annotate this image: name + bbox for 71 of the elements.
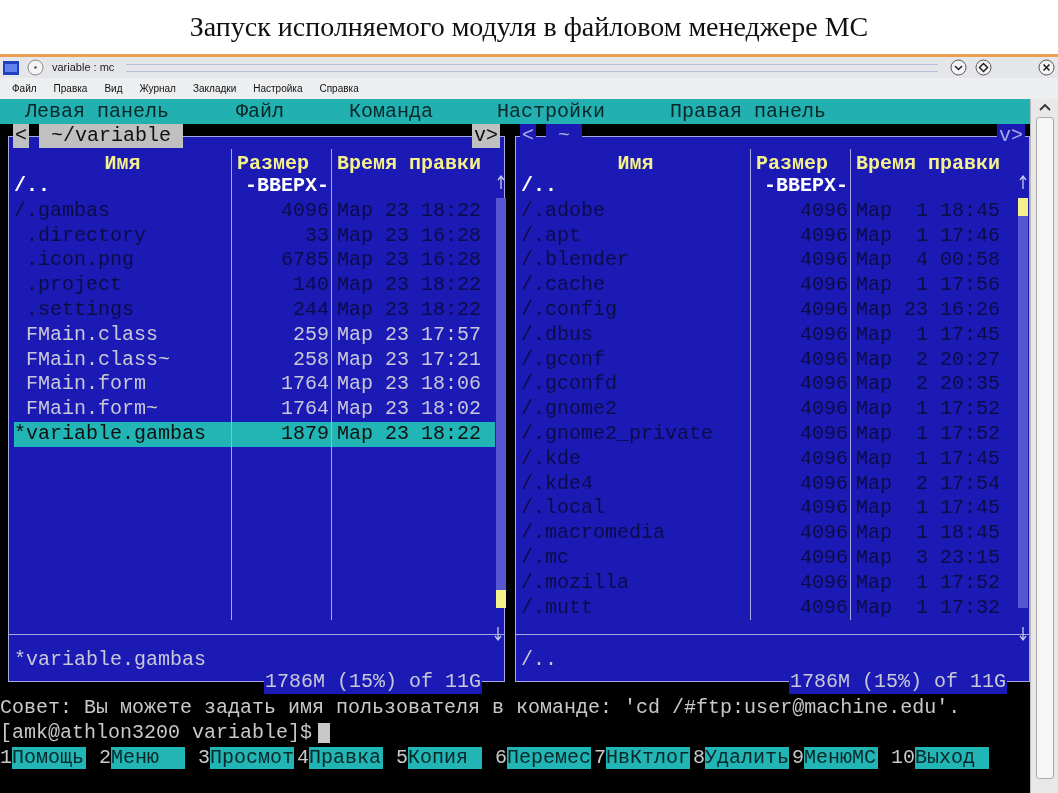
window-scrollbar-thumb[interactable] — [1035, 117, 1054, 779]
disk-usage: 1786M (15%) of 11G — [788, 670, 1007, 694]
slide-title: Запуск исполняемого модуля в файловом менеджере MC — [189, 10, 869, 44]
menu-item[interactable]: Настройка — [253, 81, 303, 96]
column-header[interactable]: Размер — [232, 149, 332, 174]
window-menu-icon[interactable] — [27, 59, 44, 76]
history-back-button[interactable]: < — [13, 124, 29, 148]
file-row[interactable]: /.. -ВВЕРХ- — [14, 174, 495, 199]
menu-item[interactable]: Команда — [349, 96, 497, 127]
arrow-up-icon[interactable] — [497, 174, 505, 190]
scrollbar-track[interactable] — [1018, 198, 1028, 608]
close-icon[interactable] — [1038, 59, 1055, 76]
file-row[interactable]: FMain.class~ 258 Мар 23 17:21 — [14, 347, 495, 373]
menu-item[interactable]: Вид — [104, 81, 123, 96]
menu-item[interactable]: Настройки — [497, 96, 670, 127]
function-key[interactable]: НвКтлог — [606, 746, 691, 769]
key-number: 2 — [99, 744, 111, 771]
function-key[interactable]: МенюМС — [804, 746, 878, 769]
menu-item[interactable]: Правка — [53, 81, 88, 96]
column-header[interactable]: Имя — [521, 149, 751, 174]
file-row[interactable]: *variable.gambas 1879 Мар 23 18:22 — [14, 421, 495, 447]
function-key[interactable]: Просмот — [210, 746, 295, 769]
arrow-down-icon[interactable] — [494, 626, 502, 642]
window-title: variable : mc — [52, 60, 115, 76]
file-row[interactable]: /.. -ВВЕРХ- — [521, 174, 1016, 199]
terminal-app-icon — [3, 60, 19, 75]
function-key[interactable]: Меню — [111, 746, 185, 769]
key-number: 7 — [594, 744, 606, 771]
scrollbar-thumb[interactable] — [496, 590, 506, 608]
file-row[interactable]: FMain.class 259 Мар 23 17:57 — [14, 322, 495, 348]
menu-item[interactable]: Файл — [12, 81, 37, 96]
key-number: 6 — [495, 744, 507, 771]
file-row[interactable]: FMain.form~ 1764 Мар 23 18:02 — [14, 397, 495, 422]
column-header[interactable]: Время правки — [332, 149, 495, 174]
column-header[interactable]: Время правки — [851, 149, 1016, 174]
key-number: 10 — [891, 744, 915, 771]
function-key[interactable]: Помощь — [12, 746, 86, 769]
function-key[interactable]: Правка — [309, 746, 383, 769]
function-key[interactable]: Копия — [408, 746, 482, 769]
status-line: /.. — [520, 647, 558, 673]
key-number: 4 — [297, 744, 309, 771]
column-header[interactable]: Размер — [751, 149, 851, 174]
shell-prompt: [amk@athlon3200 variable]$ — [0, 719, 313, 746]
menu-item[interactable]: Справка — [319, 81, 359, 96]
hint-line: Совет: Вы можете задать имя пользователя в команде: 'cd /#ftp:user@machine.edu'. — [0, 695, 962, 720]
disk-usage: 1786M (15%) of 11G — [263, 670, 482, 694]
maximize-icon[interactable] — [975, 59, 992, 76]
scrollbar-thumb[interactable] — [1018, 198, 1028, 216]
menu-item[interactable]: Файл — [236, 96, 349, 127]
column-header[interactable]: Имя — [14, 149, 232, 174]
panel-path: ~/variable — [39, 124, 184, 148]
key-number: 5 — [396, 744, 408, 771]
scroll-up-icon[interactable] — [1037, 101, 1052, 113]
file-row[interactable]: FMain.form 1764 Мар 23 18:06 — [14, 372, 495, 398]
menu-item[interactable]: Журнал — [139, 81, 176, 96]
function-key[interactable]: Выход — [915, 746, 989, 769]
menu-item[interactable]: Закладки — [192, 81, 237, 96]
status-line: *variable.gambas — [13, 647, 208, 673]
function-key[interactable]: Удалить — [705, 746, 790, 769]
key-number: 9 — [792, 744, 804, 771]
arrow-down-icon[interactable] — [1019, 626, 1027, 642]
history-menu-button[interactable]: v> — [472, 124, 500, 148]
scrollbar-track[interactable] — [496, 198, 506, 608]
menu-item[interactable]: Левая панель — [25, 96, 236, 127]
key-number: 1 — [0, 744, 12, 771]
arrow-up-icon[interactable] — [1019, 174, 1027, 190]
minimize-icon[interactable] — [950, 59, 967, 76]
text-cursor — [318, 722, 331, 743]
function-key[interactable]: Перемес — [507, 746, 592, 769]
key-number: 3 — [198, 744, 210, 771]
menu-item[interactable]: Правая панель — [670, 96, 870, 127]
